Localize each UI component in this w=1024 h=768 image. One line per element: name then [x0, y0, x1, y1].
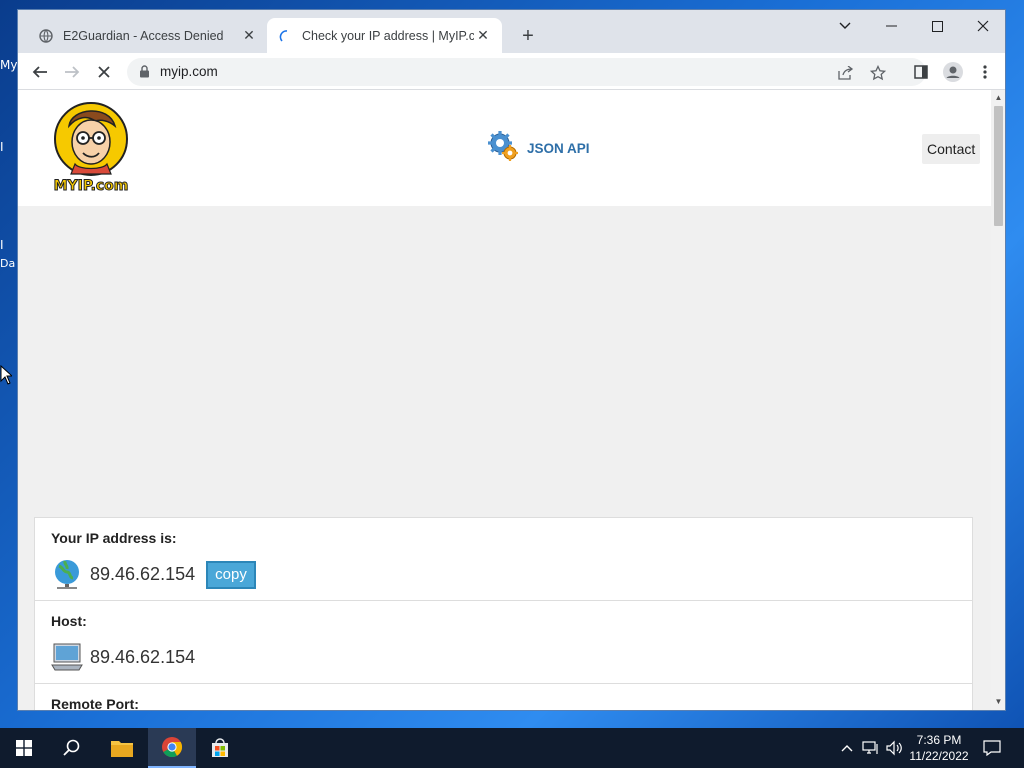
copy-button[interactable]: copy [206, 561, 256, 589]
tab-title: E2Guardian - Access Denied [63, 28, 224, 43]
address-bar[interactable]: myip.com [127, 58, 926, 86]
globe-icon [38, 28, 54, 44]
notifications-icon[interactable] [980, 728, 1004, 768]
more-menu-icon[interactable] [972, 59, 998, 85]
host-row: Host: 89.46.62.154 [35, 601, 972, 684]
json-api-label: JSON API [527, 141, 590, 156]
page-viewport: MYIP.com JSON API Contact Your IP addres… [18, 90, 991, 711]
back-arrow-icon[interactable] [27, 59, 53, 85]
page-scrollbar[interactable]: ▲ ▼ [991, 90, 1005, 710]
maximize-button[interactable] [914, 10, 960, 42]
url-text[interactable]: myip.com [160, 64, 218, 79]
host-value[interactable]: 89.46.62.154 [90, 647, 195, 668]
taskbar: 7:36 PM 11/22/2022 [0, 728, 1024, 768]
globe-network-icon [51, 558, 83, 590]
desktop-icon-label[interactable]: Da [0, 257, 15, 270]
show-hidden-icons-chevron-icon[interactable] [838, 728, 856, 768]
desktop-icon-label[interactable]: I [0, 238, 4, 252]
gears-icon [487, 130, 519, 167]
myip-logo[interactable]: MYIP.com [51, 96, 131, 196]
side-panel-icon[interactable] [908, 59, 934, 85]
start-windows-icon[interactable] [0, 728, 48, 768]
tab-title: Check your IP address | MyIP.com [302, 28, 474, 43]
ip-address-row: Your IP address is: 89.46.62.154 copy [35, 518, 972, 601]
host-label: Host: [51, 613, 87, 629]
bookmark-star-icon[interactable] [869, 64, 887, 82]
share-icon[interactable] [837, 64, 855, 82]
loading-spinner-icon [277, 28, 293, 44]
scroll-down-arrow-icon[interactable]: ▼ [994, 697, 1003, 706]
logo-text: MYIP.com [53, 178, 129, 195]
close-window-button[interactable] [960, 10, 1005, 42]
ip-address-value[interactable]: 89.46.62.154 [90, 564, 195, 585]
remote-port-label: Remote Port: [51, 696, 139, 711]
network-icon[interactable] [861, 728, 881, 768]
close-tab-icon[interactable]: ✕ [474, 27, 492, 45]
browser-window: E2Guardian - Access Denied ✕ Check your … [17, 9, 1006, 711]
close-tab-icon[interactable]: ✕ [240, 27, 258, 45]
profile-avatar-icon[interactable] [940, 59, 966, 85]
scroll-up-arrow-icon[interactable]: ▲ [994, 93, 1003, 102]
tab-e2guardian[interactable]: E2Guardian - Access Denied ✕ [28, 18, 268, 53]
ip-address-label: Your IP address is: [51, 530, 177, 546]
minimize-button[interactable] [868, 10, 914, 42]
stop-loading-icon[interactable] [91, 59, 117, 85]
site-header: MYIP.com JSON API Contact [18, 90, 991, 206]
tab-strip: E2Guardian - Access Denied ✕ Check your … [18, 10, 1005, 53]
new-tab-button[interactable]: + [518, 26, 538, 46]
desktop-icon-label[interactable]: My [0, 58, 17, 72]
clock-time: 7:36 PM [916, 733, 962, 747]
tab-myip[interactable]: Check your IP address | MyIP.com ✕ [267, 18, 502, 53]
browser-toolbar: myip.com [18, 53, 1005, 90]
json-api-link[interactable]: JSON API [487, 130, 590, 167]
contact-button[interactable]: Contact [922, 134, 981, 164]
remote-port-row: Remote Port: [35, 684, 972, 711]
computer-icon [51, 641, 83, 673]
store-icon[interactable] [196, 728, 244, 768]
system-clock[interactable]: 7:36 PM 11/22/2022 [900, 732, 978, 764]
desktop-icon-label[interactable]: I [0, 140, 4, 154]
mouse-cursor-icon [0, 364, 14, 390]
ip-info-card: Your IP address is: 89.46.62.154 copy Ho… [34, 517, 973, 711]
search-icon[interactable] [48, 728, 96, 768]
file-explorer-icon[interactable] [98, 728, 146, 768]
scrollbar-thumb[interactable] [994, 106, 1003, 226]
lock-icon[interactable] [139, 65, 150, 83]
clock-date: 11/22/2022 [909, 749, 969, 763]
tab-search-icon[interactable] [822, 10, 868, 42]
chrome-icon[interactable] [148, 728, 196, 768]
forward-arrow-icon[interactable] [59, 59, 85, 85]
